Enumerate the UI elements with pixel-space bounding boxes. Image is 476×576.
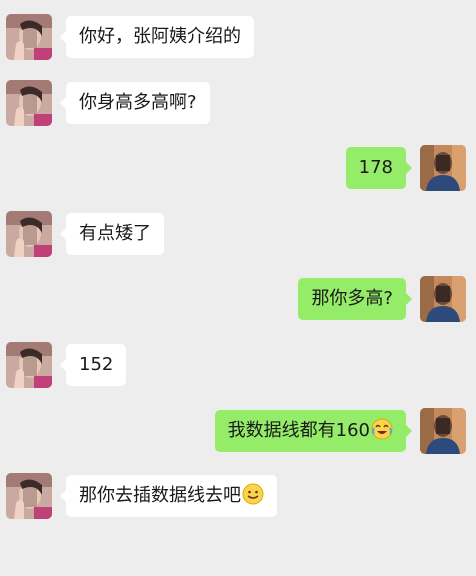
user-avatar[interactable] — [420, 408, 466, 454]
user-avatar[interactable] — [420, 276, 466, 322]
message-text: 那你多高? — [311, 288, 393, 309]
message-bubble[interactable]: 152 — [59, 344, 127, 386]
smile-emoji-icon — [242, 479, 264, 521]
message-bubble[interactable]: 那你去插数据线去吧 — [60, 475, 277, 517]
message-row-received: 你身高多高啊? — [0, 80, 476, 132]
message-text: 那你去插数据线去吧 — [79, 485, 241, 506]
message-row-received: 那你去插数据线去吧 — [0, 473, 476, 525]
message-row-received: 你好，张阿姨介绍的 — [0, 14, 476, 66]
chat-window: 你好，张阿姨介绍的 你身高多高啊? 178 有点矮了 那你多高? 152 我数据… — [0, 0, 476, 576]
message-text: 178 — [358, 157, 393, 178]
message-text: 有点矮了 — [79, 223, 151, 244]
message-text: 152 — [79, 354, 114, 375]
contact-avatar[interactable] — [6, 80, 52, 126]
message-text: 我数据线都有160 — [227, 420, 370, 441]
message-row-sent: 我数据线都有160 — [0, 408, 476, 460]
message-text: 你身高多高啊? — [79, 92, 197, 113]
message-row-sent: 那你多高? — [0, 276, 476, 328]
message-bubble[interactable]: 你身高多高啊? — [60, 82, 210, 124]
contact-avatar[interactable] — [6, 14, 52, 60]
message-bubble[interactable]: 你好，张阿姨介绍的 — [60, 16, 254, 58]
message-bubble[interactable]: 我数据线都有160 — [214, 410, 413, 452]
message-row-received: 152 — [0, 342, 476, 394]
message-row-received: 有点矮了 — [0, 211, 476, 263]
contact-avatar[interactable] — [6, 473, 52, 519]
contact-avatar[interactable] — [6, 342, 52, 388]
laugh-cry-emoji-icon — [371, 414, 393, 456]
contact-avatar[interactable] — [6, 211, 52, 257]
user-avatar[interactable] — [420, 145, 466, 191]
message-text: 你好，张阿姨介绍的 — [79, 26, 241, 47]
message-row-sent: 178 — [0, 145, 476, 197]
message-bubble[interactable]: 那你多高? — [298, 278, 412, 320]
message-bubble[interactable]: 178 — [345, 147, 413, 189]
message-bubble[interactable]: 有点矮了 — [60, 213, 164, 255]
